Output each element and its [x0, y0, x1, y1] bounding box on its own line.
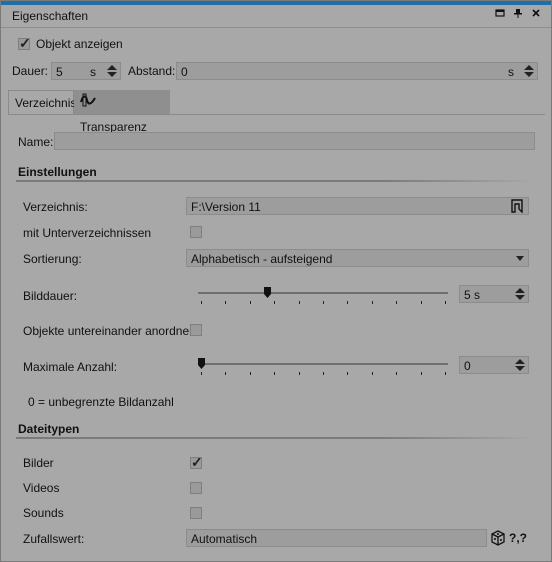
random-help-button[interactable]: ?,?: [509, 531, 527, 545]
max-count-label: Maximale Anzahl:: [23, 360, 118, 374]
slider-tick: [420, 301, 422, 304]
directory-value: F:\Version 11: [191, 200, 261, 214]
duration-field[interactable]: 5 s: [51, 62, 121, 80]
properties-panel: Eigenschaften Objekt anzeigen Dauer: 5 s…: [0, 0, 552, 562]
slider-tick: [201, 301, 202, 304]
panel-titlebar: Eigenschaften: [1, 5, 551, 28]
max-count-value: 0: [464, 359, 471, 373]
panel-title: Eigenschaften: [12, 9, 89, 23]
max-count-spinner[interactable]: [514, 358, 526, 372]
max-count-slider-thumb[interactable]: [198, 358, 205, 369]
videos-checkbox[interactable]: [190, 482, 202, 494]
duration-spinner[interactable]: [106, 64, 118, 78]
show-object-label: Objekt anzeigen: [36, 37, 123, 51]
sort-label: Sortierung:: [23, 252, 82, 266]
slider-tick: [445, 372, 446, 375]
random-placeholder: Automatisch: [191, 532, 258, 546]
images-label: Bilder: [23, 456, 54, 470]
settings-heading: Einstellungen: [18, 165, 97, 179]
slider-tick: [225, 372, 227, 375]
slider-tick: [323, 372, 324, 375]
filetypes-heading: Dateitypen: [18, 422, 80, 436]
duration-value: 5: [56, 65, 63, 79]
pin-icon[interactable]: [511, 8, 525, 22]
slider-tick: [323, 301, 324, 304]
slider-tick: [249, 301, 251, 304]
show-object-checkbox[interactable]: [18, 35, 31, 52]
sort-select[interactable]: Alphabetisch - aufsteigend: [186, 249, 529, 267]
subdirs-label: mit Unterverzeichnissen: [23, 226, 152, 240]
name-input[interactable]: [54, 132, 535, 150]
dice-icon[interactable]: [490, 530, 506, 549]
max-count-hint: 0 = unbegrenzte Bildanzahl: [28, 395, 174, 409]
distance-spinner[interactable]: [523, 64, 535, 78]
random-input[interactable]: Automatisch: [186, 529, 487, 547]
chevron-down-icon: [516, 256, 524, 261]
browse-folder-icon[interactable]: [510, 199, 524, 216]
slider-tick: [201, 372, 202, 375]
image-duration-slider-thumb[interactable]: [263, 287, 271, 298]
slider-tick: [420, 372, 422, 375]
slider-tick: [225, 301, 227, 304]
distance-field[interactable]: 0 s: [176, 62, 538, 80]
max-count-slider[interactable]: [198, 363, 448, 365]
slider-tick: [396, 372, 398, 375]
slider-tick: [371, 372, 373, 375]
stack-objects-label: Objekte untereinander anordnen: [23, 324, 196, 338]
slider-tick: [347, 372, 349, 375]
images-checkbox[interactable]: [190, 454, 203, 471]
slider-tick: [249, 372, 251, 375]
tab-verzeichnis[interactable]: Verzeichnis: [8, 90, 77, 114]
maximize-icon[interactable]: [493, 8, 507, 22]
slider-tick: [396, 301, 398, 304]
slider-tick: [445, 301, 446, 304]
transparency-icon: [80, 91, 96, 115]
image-duration-label: Bilddauer:: [23, 289, 78, 303]
distance-value: 0: [181, 65, 188, 79]
slider-tick: [298, 372, 300, 375]
max-count-field[interactable]: 0: [459, 356, 529, 374]
directory-field[interactable]: F:\Version 11: [186, 197, 529, 215]
subdirs-checkbox[interactable]: [190, 226, 202, 238]
directory-label: Verzeichnis:: [23, 200, 88, 214]
image-duration-field[interactable]: 5 s: [459, 285, 529, 303]
slider-tick: [274, 301, 276, 304]
name-label: Name:: [18, 135, 54, 149]
filetypes-divider: [16, 437, 536, 439]
image-duration-slider[interactable]: [198, 292, 448, 294]
slider-tick: [298, 301, 300, 304]
slider-tick: [347, 301, 349, 304]
image-duration-spinner[interactable]: [514, 287, 526, 301]
tab-divider: [8, 114, 545, 115]
tab-transparenz[interactable]: Transparenz: [74, 90, 170, 134]
slider-tick: [274, 372, 276, 375]
distance-label: Abstand:: [128, 64, 176, 78]
sort-value: Alphabetisch - aufsteigend: [191, 252, 333, 266]
duration-unit: s: [90, 65, 96, 79]
close-icon[interactable]: [529, 8, 543, 22]
random-label: Zufallswert:: [23, 532, 85, 546]
stack-objects-checkbox[interactable]: [190, 324, 202, 336]
duration-label: Dauer:: [12, 64, 49, 78]
sounds-label: Sounds: [23, 506, 64, 520]
image-duration-value: 5 s: [464, 288, 481, 302]
sounds-checkbox[interactable]: [190, 507, 202, 519]
videos-label: Videos: [23, 481, 60, 495]
tab-verzeichnis-label: Verzeichnis: [15, 96, 77, 110]
distance-unit: s: [508, 65, 514, 79]
settings-divider: [16, 180, 536, 182]
slider-tick: [371, 301, 373, 304]
